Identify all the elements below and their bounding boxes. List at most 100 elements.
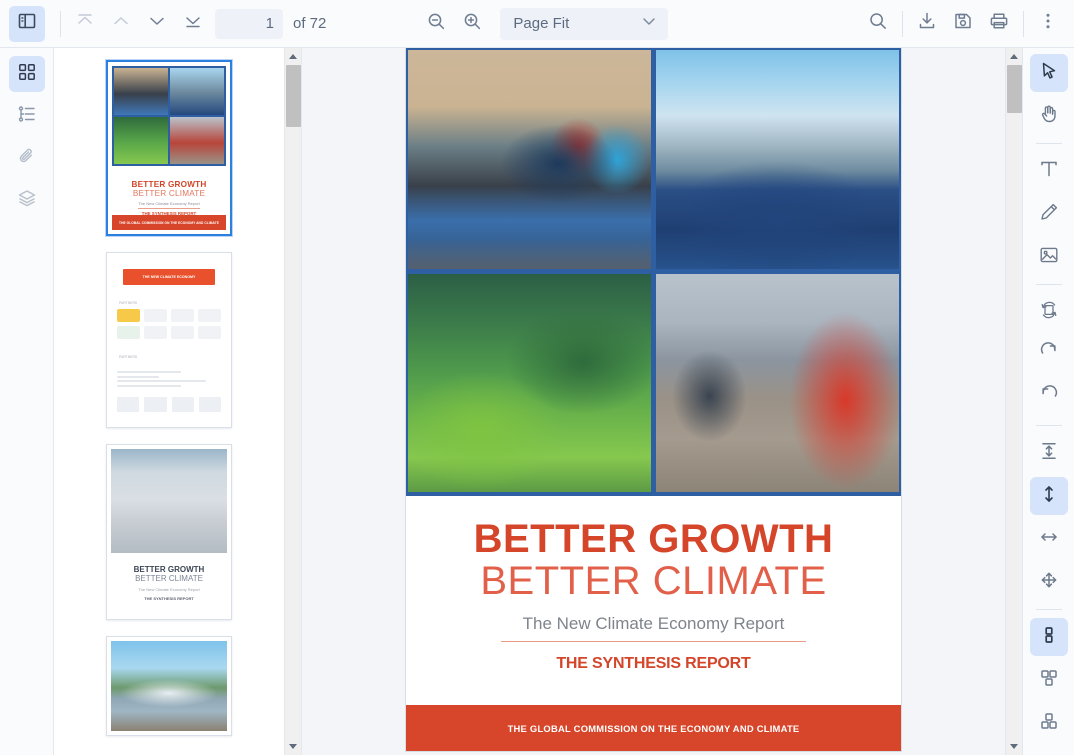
vertical-scrolling-button[interactable] <box>1030 477 1068 515</box>
viewer-scroll-track[interactable] <box>1006 65 1023 738</box>
more-options-button[interactable] <box>1030 6 1066 42</box>
pan-hand-button[interactable] <box>1030 97 1068 135</box>
sidebar-item-layers[interactable] <box>9 182 45 218</box>
thumb4-bridge-photo <box>111 641 227 731</box>
thumbnail-page-3[interactable]: BETTER GROWTH BETTER CLIMATE The New Cli… <box>106 444 232 620</box>
insert-image-button[interactable] <box>1030 238 1068 276</box>
more-vertical-icon <box>1037 10 1059 37</box>
select-cursor-button[interactable] <box>1030 54 1068 92</box>
chevron-down-icon <box>146 10 168 37</box>
partner-logo <box>198 309 221 322</box>
cover-kicker: THE SYNTHESIS REPORT <box>406 655 901 673</box>
thumbnail-page-1[interactable]: BETTER GROWTH BETTER CLIMATE The New Cli… <box>106 60 232 236</box>
viewer-scrollbar[interactable] <box>1005 48 1022 755</box>
first-page-button[interactable] <box>67 6 103 42</box>
next-page-button[interactable] <box>139 6 175 42</box>
draw-pen-button[interactable] <box>1030 195 1068 233</box>
save-button[interactable] <box>945 6 981 42</box>
thumb1-title-block: BETTER GROWTH BETTER CLIMATE The New Cli… <box>112 166 226 216</box>
triangle-up-icon <box>1010 54 1018 59</box>
last-page-button[interactable] <box>175 6 211 42</box>
sidebar-toggle-wrap <box>0 6 54 42</box>
sidebar-item-thumbnails[interactable] <box>9 56 45 92</box>
zoom-group: Page Fit <box>418 6 668 42</box>
triangle-down-icon <box>1010 744 1018 749</box>
thumb1-solar-photo <box>170 68 224 115</box>
previous-page-button[interactable] <box>103 6 139 42</box>
thumbnail-scroll-thumb[interactable] <box>286 65 301 127</box>
two-page-view-button[interactable] <box>1030 661 1068 699</box>
print-button[interactable] <box>981 6 1017 42</box>
rotate-pages-icon <box>1038 299 1060 326</box>
thumbnail-page-4[interactable] <box>106 636 232 736</box>
pdf-page-1[interactable]: BETTER GROWTH BETTER CLIMATE The New Cli… <box>406 48 901 751</box>
printer-icon <box>988 10 1010 37</box>
partner-logo <box>117 326 140 339</box>
thumbnail-pane: BETTER GROWTH BETTER CLIMATE The New Cli… <box>54 48 302 755</box>
tool-separator <box>1036 143 1062 144</box>
thumbnail-scroll-up-button[interactable] <box>285 48 302 65</box>
cover-rule <box>501 641 806 642</box>
rotate-clockwise-button[interactable] <box>1030 336 1068 374</box>
thumb1-title-line1: BETTER GROWTH <box>112 180 226 189</box>
fit-page-button[interactable] <box>1030 434 1068 472</box>
thumb2-band-text: THE NEW CLIMATE ECONOMY <box>143 275 196 279</box>
horizontal-scrolling-button[interactable] <box>1030 520 1068 558</box>
document-viewer: BETTER GROWTH BETTER CLIMATE The New Cli… <box>302 48 1022 755</box>
image-icon <box>1038 244 1060 271</box>
download-button[interactable] <box>909 6 945 42</box>
page-count-label: of 72 <box>293 15 326 32</box>
thumbnails-grid-icon <box>17 62 37 87</box>
single-page-icon <box>1038 624 1060 651</box>
thumb2-section-label: PARTNERS <box>119 301 221 305</box>
zoom-level-select[interactable]: Page Fit <box>500 8 668 40</box>
thumb3-title-line2: BETTER CLIMATE <box>111 574 227 583</box>
pdf-viewer-app: of 72 Page Fit <box>0 0 1074 755</box>
sidebar-item-outline[interactable] <box>9 98 45 134</box>
thumbnail-page-2[interactable]: THE NEW CLIMATE ECONOMY PARTNERS PARTNER… <box>106 252 232 428</box>
sidebar-toggle-button[interactable] <box>9 6 45 42</box>
cursor-arrow-icon <box>1038 60 1060 87</box>
zoom-in-button[interactable] <box>454 6 490 42</box>
book-view-icon <box>1038 710 1060 737</box>
chevron-down-icon <box>640 12 658 35</box>
rotate-pages-button[interactable] <box>1030 293 1068 331</box>
single-page-view-button[interactable] <box>1030 618 1068 656</box>
thumb3-subtitle: The New Climate Economy Report <box>111 587 227 592</box>
triangle-down-icon <box>289 744 297 749</box>
thumbnail-scroll-track[interactable] <box>285 65 302 738</box>
search-button[interactable] <box>860 6 896 42</box>
text-line <box>117 385 181 387</box>
thumbnail-scroll-down-button[interactable] <box>285 738 302 755</box>
viewer-scroll-up-button[interactable] <box>1006 48 1023 65</box>
partner-logo <box>144 326 167 339</box>
wrapped-scrolling-button[interactable] <box>1030 563 1068 601</box>
viewer-scroll-down-button[interactable] <box>1006 738 1023 755</box>
footer-logo <box>144 397 166 412</box>
zoom-out-button[interactable] <box>418 6 454 42</box>
thumbnail-scrollbar[interactable] <box>284 48 301 755</box>
shanghai-rooftop-solar-photo <box>656 50 899 269</box>
cover-footer-band: THE GLOBAL COMMISSION ON THE ECONOMY AND… <box>406 705 901 751</box>
partner-logo <box>171 326 194 339</box>
book-view-button[interactable] <box>1030 704 1068 742</box>
footer-logo <box>117 397 139 412</box>
cover-band-text: THE GLOBAL COMMISSION ON THE ECONOMY AND… <box>508 723 800 734</box>
tool-separator <box>1036 609 1062 610</box>
rotate-counterclockwise-button[interactable] <box>1030 379 1068 417</box>
text-tool-button[interactable] <box>1030 152 1068 190</box>
last-page-icon <box>182 10 204 37</box>
sidebar-panel-icon <box>17 11 37 36</box>
cover-subtitle: The New Climate Economy Report <box>406 614 901 634</box>
cover-title-block: BETTER GROWTH BETTER CLIMATE The New Cli… <box>406 496 901 673</box>
layers-icon <box>17 188 37 213</box>
sidebar-item-attachments[interactable] <box>9 140 45 176</box>
horizontal-scroll-icon <box>1038 526 1060 553</box>
viewer-scroll-thumb[interactable] <box>1007 65 1022 113</box>
wrapped-scroll-icon <box>1038 569 1060 596</box>
thumb1-cyclists-photo <box>114 68 168 115</box>
page-number-input[interactable] <box>215 9 283 39</box>
thumb3-title-line1: BETTER GROWTH <box>111 565 227 574</box>
right-tool-rail <box>1022 48 1074 755</box>
zoom-level-value: Page Fit <box>513 15 569 32</box>
